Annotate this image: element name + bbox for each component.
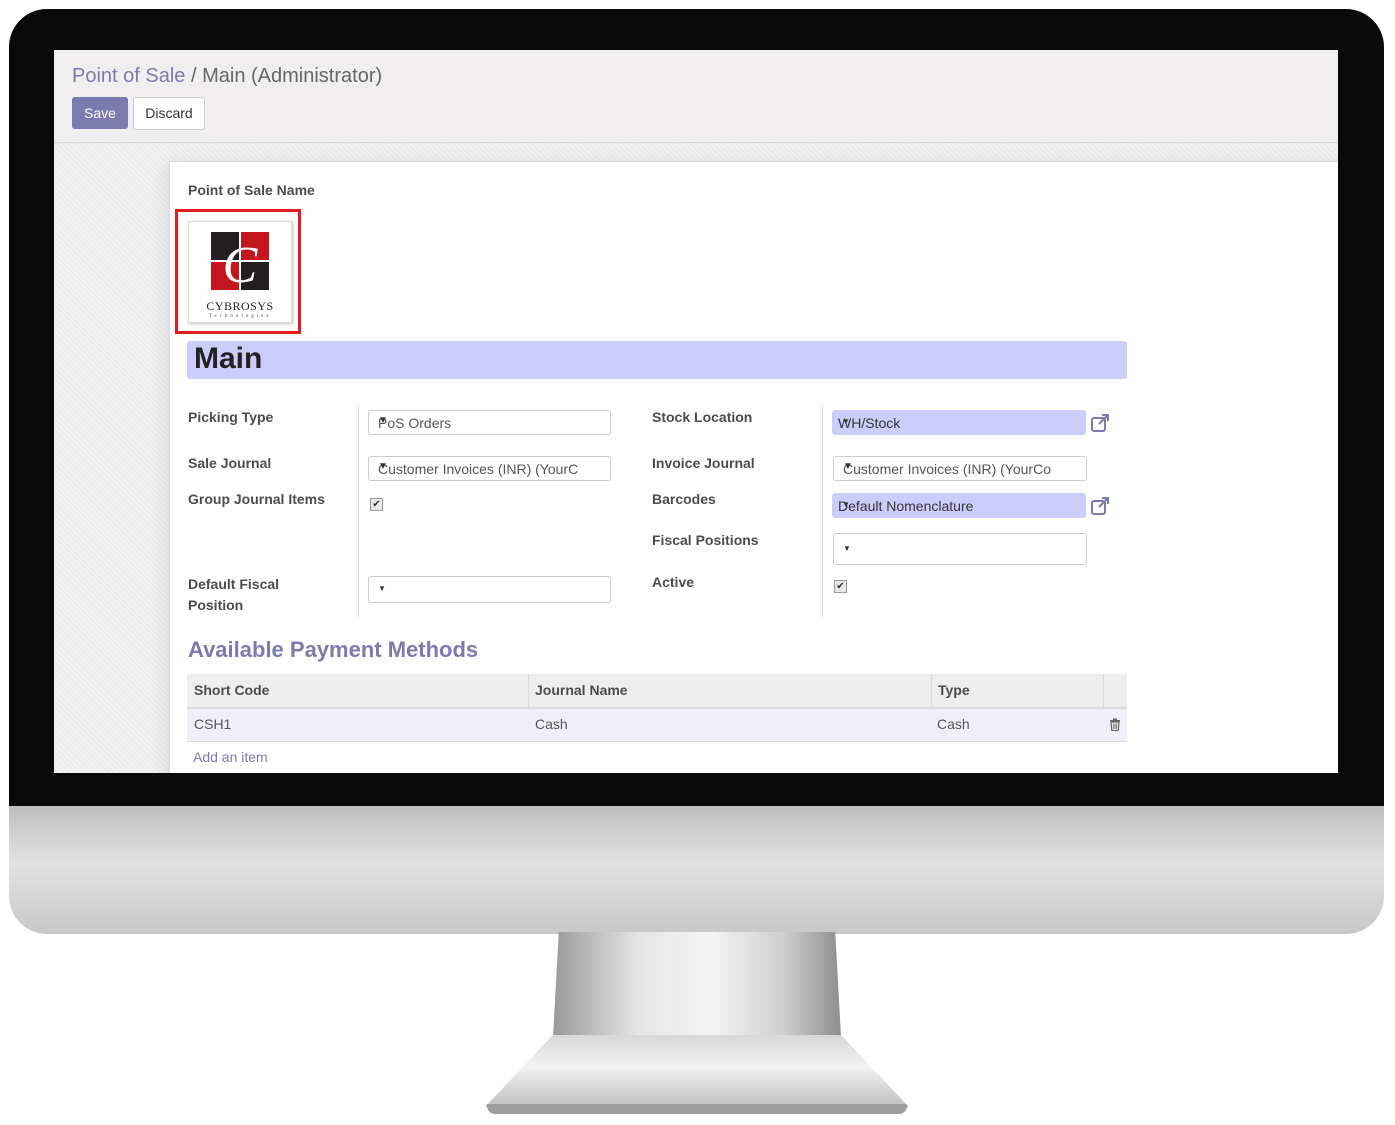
chevron-down-icon: ▼ — [378, 461, 388, 472]
breadcrumb-current: Main (Administrator) — [202, 65, 383, 87]
chevron-down-icon: ▼ — [378, 584, 386, 593]
cell-journal-name: Cash — [535, 716, 568, 732]
barcodes-label: Barcodes — [652, 491, 716, 507]
chevron-down-icon: ▼ — [378, 415, 388, 426]
cell-type: Cash — [937, 716, 970, 732]
active-label: Active — [652, 574, 695, 590]
logo-highlight-box: C CYBROSYS Technologies — [175, 209, 301, 334]
table-header: Short Code Journal Name Type — [187, 674, 1127, 709]
logo-tagline: Technologies — [208, 314, 272, 319]
company-logo[interactable]: C CYBROSYS Technologies — [188, 221, 292, 323]
external-link-icon[interactable] — [1090, 413, 1110, 433]
picking-type-select[interactable]: PoS Orders ▼ — [368, 410, 611, 435]
default-fiscal-position-select[interactable]: ▼ — [368, 576, 611, 603]
fiscal-positions-select[interactable]: ▼ — [833, 533, 1087, 565]
breadcrumb-parent-link[interactable]: Point of Sale — [72, 65, 185, 87]
external-link-icon[interactable] — [1090, 496, 1110, 516]
invoice-journal-label: Invoice Journal — [652, 455, 755, 471]
default-fiscal-position-label-line1: Default Fiscal — [188, 576, 280, 592]
right-group-divider — [822, 405, 823, 617]
default-fiscal-position-label: Default Fiscal Position — [188, 574, 279, 616]
stock-location-select[interactable]: WH/Stock ▼ — [832, 410, 1086, 435]
left-group-divider — [358, 405, 359, 617]
monitor-chin — [9, 806, 1384, 934]
fiscal-positions-label: Fiscal Positions — [652, 532, 759, 548]
column-header-type[interactable]: Type — [938, 682, 970, 698]
chevron-down-icon: ▼ — [842, 417, 850, 426]
active-checkbox[interactable]: ✔ — [834, 580, 847, 593]
column-divider — [1103, 674, 1104, 707]
trash-icon[interactable] — [1109, 718, 1121, 731]
monitor-stand-base — [485, 1035, 909, 1107]
breadcrumb: Point of Sale / Main (Administrator) — [72, 65, 382, 88]
stock-location-label: Stock Location — [652, 409, 753, 425]
pos-name-label: Point of Sale Name — [188, 182, 315, 198]
save-button[interactable]: Save — [72, 97, 128, 129]
pos-name-value: Main — [194, 342, 263, 375]
logo-company-name: CYBROSYS — [206, 299, 274, 313]
payment-methods-title: Available Payment Methods — [188, 637, 479, 662]
cybrosys-logo-icon: C — [211, 232, 269, 294]
table-row[interactable]: CSH1 Cash Cash — [187, 709, 1127, 742]
monitor-stand-edge — [487, 1104, 907, 1114]
chevron-down-icon: ▼ — [842, 500, 850, 509]
cell-short-code: CSH1 — [194, 716, 232, 732]
chevron-down-icon: ▼ — [843, 461, 853, 472]
pos-name-input[interactable]: Main — [187, 341, 1127, 379]
picking-type-label: Picking Type — [188, 409, 274, 425]
sale-journal-label: Sale Journal — [188, 455, 272, 471]
column-header-journal-name[interactable]: Journal Name — [535, 682, 628, 698]
column-header-short-code[interactable]: Short Code — [194, 682, 269, 698]
breadcrumb-separator: / — [190, 65, 197, 87]
group-journal-items-checkbox[interactable]: ✔ — [370, 498, 383, 511]
invoice-journal-select[interactable]: Customer Invoices (INR) (YourCo ▼ — [833, 456, 1087, 481]
default-fiscal-position-label-line2: Position — [188, 597, 244, 613]
add-item-link[interactable]: Add an item — [193, 749, 268, 765]
form-background: Point of Sale Name C CYBROSYS Technologi… — [54, 143, 1338, 773]
group-journal-items-label: Group Journal Items — [188, 491, 325, 507]
screen: Point of Sale / Main (Administrator) Sav… — [54, 50, 1338, 773]
sale-journal-select[interactable]: Customer Invoices (INR) (YourC ▼ — [368, 456, 611, 481]
logo-glyph: C — [223, 237, 259, 294]
column-divider — [931, 674, 932, 707]
barcodes-select[interactable]: Default Nomenclature ▼ — [832, 493, 1086, 518]
chevron-down-icon: ▼ — [843, 544, 851, 553]
form-sheet: Point of Sale Name C CYBROSYS Technologi… — [169, 161, 1338, 773]
discard-button[interactable]: Discard — [133, 97, 205, 130]
column-divider — [528, 674, 529, 707]
control-panel: Point of Sale / Main (Administrator) Sav… — [54, 50, 1338, 143]
